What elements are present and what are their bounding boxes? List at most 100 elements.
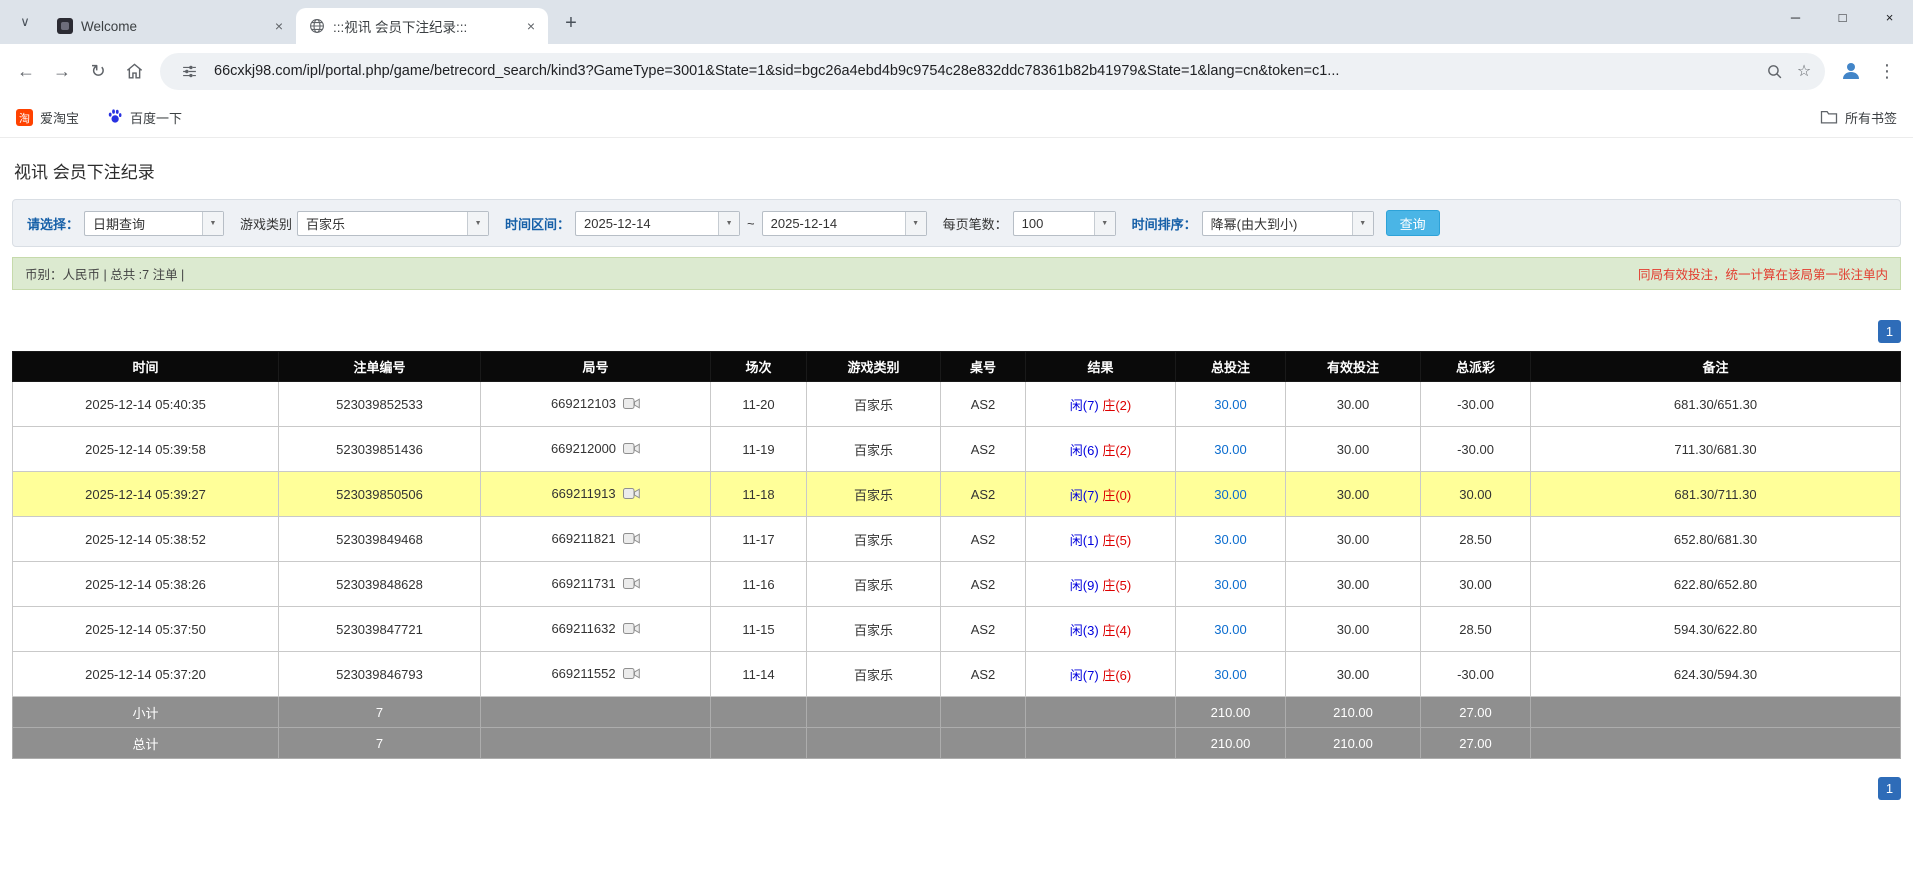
search-button[interactable]: 查询 (1385, 210, 1440, 236)
site-settings-icon[interactable] (174, 56, 204, 86)
empty-cell (480, 727, 711, 759)
payout-cell: 30.00 (1420, 471, 1531, 517)
column-header: 场次 (710, 351, 807, 382)
folder-icon (1820, 109, 1838, 127)
chevron-down-icon[interactable]: ▼ (904, 211, 926, 235)
currency-summary: 币别：人民币 | 总共 :7 注单 | (25, 268, 185, 282)
minimize-button[interactable]: ─ (1772, 0, 1819, 34)
address-bar[interactable]: 66cxkj98.com/ipl/portal.php/game/betreco… (160, 52, 1825, 90)
empty-cell (1530, 696, 1901, 728)
video-replay-icon[interactable] (622, 487, 640, 503)
total-payout: 27.00 (1420, 727, 1531, 759)
taobao-icon: 淘 (16, 109, 33, 126)
total-bet-link[interactable]: 30.00 (1214, 532, 1247, 547)
url-text[interactable]: 66cxkj98.com/ipl/portal.php/game/betreco… (214, 63, 1749, 79)
new-tab-button[interactable]: + (556, 8, 586, 38)
chevron-down-icon[interactable]: ▼ (718, 211, 740, 235)
time-cell: 2025-12-14 05:37:50 (12, 606, 279, 652)
total-bet-link[interactable]: 30.00 (1214, 622, 1247, 637)
video-replay-icon[interactable] (622, 532, 640, 548)
empty-cell (1025, 696, 1176, 728)
game-type-cell: 百家乐 (806, 426, 941, 472)
menu-icon[interactable]: ⋮ (1869, 53, 1905, 89)
table-no-cell: AS2 (940, 381, 1026, 427)
video-replay-icon[interactable] (622, 667, 640, 683)
session-cell: 11-20 (710, 381, 807, 427)
session-cell: 11-14 (710, 651, 807, 697)
bet-record-row: 2025-12-14 05:38:52 523039849468 669211821… (12, 516, 1901, 562)
bookmarks-bar: 淘 爱淘宝 百度一下 所有书签 (0, 98, 1913, 138)
query-type-value: 日期查询 (93, 216, 146, 232)
player-result: 闲(6) (1069, 442, 1099, 458)
video-replay-icon[interactable] (623, 397, 640, 413)
video-replay-icon[interactable] (622, 577, 640, 593)
bet-records-table: 时间 注单编号 局号 场次 游戏类别 桌号 结果 总投注 有效投注 总派彩 备注 2025-12-1… (12, 351, 1901, 759)
column-header: 总投注 (1175, 351, 1286, 382)
bet-record-row: 2025-12-14 05:38:26 523039848628 669211731… (12, 561, 1901, 607)
banker-result: 庄(4) (1102, 622, 1132, 638)
chevron-down-icon[interactable]: ▼ (467, 211, 489, 235)
total-bet-link[interactable]: 30.00 (1214, 667, 1247, 682)
empty-cell (480, 696, 711, 728)
column-header: 游戏类别 (806, 351, 941, 382)
total-bet-cell: 30.00 (1175, 381, 1286, 427)
subtotal-payout: 27.00 (1420, 696, 1531, 728)
tab-close-icon[interactable]: × (522, 17, 540, 35)
summary-bar: 币别：人民币 | 总共 :7 注单 | 同局有效投注，统一计算在该局第一张注单内 (12, 257, 1901, 290)
tab-close-icon[interactable]: × (270, 17, 288, 35)
total-bet-link[interactable]: 30.00 (1214, 397, 1247, 412)
payout-cell: -30.00 (1420, 426, 1531, 472)
bet-id-cell: 523039848628 (278, 561, 481, 607)
pagination-page-1[interactable]: 1 (1878, 777, 1901, 800)
chevron-down-icon[interactable]: ▼ (1351, 211, 1373, 235)
empty-cell (806, 696, 941, 728)
player-result: 闲(7) (1069, 487, 1099, 503)
chevron-down-icon[interactable]: ▼ (1093, 211, 1115, 235)
total-bet-link[interactable]: 30.00 (1214, 577, 1247, 592)
subtotal-valid-bet: 210.00 (1285, 696, 1421, 728)
profile-avatar-icon[interactable] (1833, 53, 1869, 89)
close-window-button[interactable]: × (1866, 0, 1913, 34)
sort-select[interactable]: 降幂(由大到小) ▼ (1201, 210, 1374, 236)
chevron-down-icon[interactable]: ▼ (202, 211, 224, 235)
date-from-select[interactable]: 2025-12-14 ▼ (575, 210, 741, 236)
date-to-select[interactable]: 2025-12-14 ▼ (761, 210, 927, 236)
tab-search-chevron-icon[interactable]: ∨ (10, 7, 40, 37)
refresh-button[interactable]: ↻ (80, 53, 116, 89)
total-bet-link[interactable]: 30.00 (1214, 442, 1247, 457)
game-type-select[interactable]: 百家乐 ▼ (297, 210, 490, 236)
tab-bet-records[interactable]: :::视讯 会员下注纪录::: × (296, 8, 548, 44)
bet-record-row: 2025-12-14 05:37:20 523039846793 669211552… (12, 651, 1901, 697)
empty-cell (710, 696, 807, 728)
video-replay-icon[interactable] (623, 442, 640, 458)
welcome-favicon-icon (56, 18, 73, 35)
video-replay-icon[interactable] (622, 622, 640, 638)
page-size-label: 每页笔数： (942, 216, 1008, 232)
pagination-bottom: 1 (12, 777, 1901, 800)
globe-favicon-icon (308, 18, 325, 35)
total-bet-cell: 30.00 (1175, 426, 1286, 472)
forward-button[interactable]: → (44, 53, 80, 89)
window-controls: ─ □ × (1772, 0, 1913, 34)
back-button[interactable]: ← (8, 53, 44, 89)
table-no-cell: AS2 (940, 651, 1026, 697)
bookmark-aitaobao[interactable]: 淘 爱淘宝 (16, 108, 79, 127)
tab-welcome[interactable]: Welcome × (44, 8, 296, 44)
game-type-cell: 百家乐 (806, 471, 941, 517)
pagination-page-1[interactable]: 1 (1878, 320, 1901, 343)
total-bet-link[interactable]: 30.00 (1214, 487, 1247, 502)
maximize-button[interactable]: □ (1819, 0, 1866, 34)
page-size-select[interactable]: 100 ▼ (1012, 210, 1116, 236)
session-cell: 11-19 (710, 426, 807, 472)
zoom-icon[interactable] (1759, 56, 1789, 86)
bookmark-star-icon[interactable]: ☆ (1789, 56, 1819, 86)
all-bookmarks[interactable]: 所有书签 (1820, 108, 1897, 127)
time-cell: 2025-12-14 05:38:52 (12, 516, 279, 562)
bookmark-baidu[interactable]: 百度一下 (107, 108, 182, 127)
query-type-select[interactable]: 日期查询 ▼ (84, 210, 225, 236)
home-button[interactable] (116, 53, 152, 89)
time-cell: 2025-12-14 05:39:27 (12, 471, 279, 517)
player-result: 闲(3) (1069, 622, 1099, 638)
session-cell: 11-16 (710, 561, 807, 607)
time-range-label: 时间区间： (505, 216, 571, 232)
